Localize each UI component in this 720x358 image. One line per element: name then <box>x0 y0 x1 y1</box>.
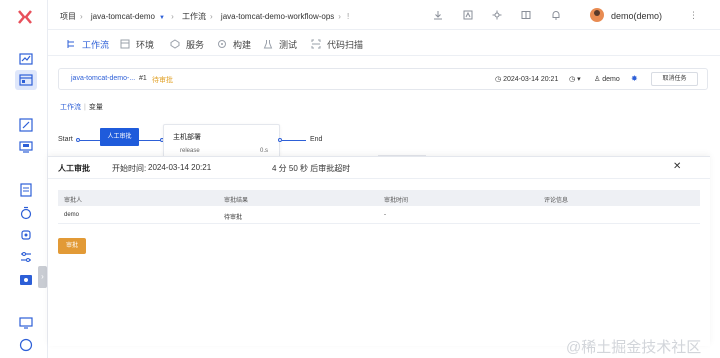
approval-timeout: 4 分 50 秒 后审批超时 <box>272 164 351 173</box>
breadcrumb-item-project-name[interactable]: java-tomcat-demo <box>91 12 155 21</box>
sub-tabs: 工作流 | 变量 <box>60 102 103 112</box>
breadcrumb-separator: › <box>338 12 341 21</box>
run-workflow-name[interactable]: java-tomcat-demo-... <box>71 75 135 82</box>
timer-icon: ◷ <box>569 76 576 83</box>
stage-title: 主机部署 <box>173 134 201 141</box>
more-icon[interactable]: ⋮ <box>689 10 698 21</box>
table-header: 审批人 审批结果 审批时间 评论信息 <box>58 190 700 206</box>
run-time-value: 2024-03-14 20:21 <box>503 76 559 83</box>
workflow-connector <box>282 140 306 141</box>
column-header: 审批人 <box>64 198 83 204</box>
monitor-icon[interactable] <box>19 316 33 330</box>
column-header: 评论信息 <box>544 198 569 204</box>
tab-label: 代码扫描 <box>327 40 364 50</box>
build-icon <box>217 39 227 49</box>
cancel-task-button[interactable]: 取消任务 <box>651 72 698 86</box>
tab-environment[interactable]: 环境 <box>120 38 154 51</box>
table-row: demo 待审批 - <box>58 206 700 224</box>
tab-workflow[interactable]: 工作流 <box>66 38 109 51</box>
service-icon <box>170 39 180 49</box>
top-bar: 项目 › java-tomcat-demo ▼ › 工作流 › java-tomcat… <box>48 0 720 30</box>
chevron-down-icon: ▾ <box>577 76 581 83</box>
drawer-title: 人工审批 <box>58 164 90 173</box>
start-time-label: 开始时间: <box>112 164 147 173</box>
duration-dropdown[interactable]: ◷ ▾ <box>569 75 581 83</box>
plugin-icon[interactable] <box>19 228 33 242</box>
project-icon[interactable] <box>15 70 37 90</box>
tab-label: 工作流 <box>82 40 110 50</box>
clock-icon: ◷ <box>495 76 504 83</box>
logo-icon[interactable] <box>17 9 33 25</box>
approval-drawer: 人工审批 开始时间: 2024-03-14 20:21 4 分 50 秒 后审批… <box>48 156 710 346</box>
chevron-down-icon[interactable]: ▼ <box>159 15 165 21</box>
run-time: ◷ 2024-03-14 20:21 <box>495 75 558 83</box>
tab-service[interactable]: 服务 <box>170 38 204 51</box>
bell-icon[interactable] <box>551 10 561 20</box>
time-cell: - <box>384 212 386 218</box>
tab-test[interactable]: 测试 <box>263 38 297 51</box>
test-icon <box>263 39 273 49</box>
test-icon[interactable] <box>19 206 33 220</box>
breadcrumb-item-project[interactable]: 项目 <box>60 12 76 21</box>
status-spinner-icon: ✸ <box>631 74 638 83</box>
approve-button[interactable]: 审批 <box>58 238 86 254</box>
sub-tab-workflow[interactable]: 工作流 <box>60 104 81 111</box>
plugin-icon[interactable] <box>492 10 502 20</box>
column-header: 审批结果 <box>224 198 249 204</box>
result-cell: 待审批 <box>224 215 243 221</box>
tab-build[interactable]: 构建 <box>217 38 251 51</box>
tab-label: 环境 <box>136 40 155 50</box>
user-icon: ♙ <box>594 76 603 83</box>
breadcrumb-item-workflow[interactable]: 工作流 <box>182 12 206 21</box>
resource-icon[interactable] <box>19 183 33 197</box>
run-user-name: demo <box>602 76 620 83</box>
breadcrumb-more[interactable]: ! <box>347 12 349 21</box>
settings-icon[interactable] <box>19 250 33 264</box>
run-user: ♙ demo <box>594 75 620 83</box>
tab-label: 测试 <box>279 40 298 50</box>
sidebar: › <box>0 0 48 358</box>
user-name[interactable]: demo(demo) <box>611 11 662 21</box>
scan-icon <box>311 39 321 49</box>
workflow-connector <box>80 140 100 141</box>
environment-icon <box>120 39 130 49</box>
help-icon[interactable] <box>19 338 33 352</box>
workflow-end-label: End <box>310 136 323 143</box>
run-card: java-tomcat-demo-... #1 待审批 ◷ 2024-03-14… <box>58 68 708 90</box>
breadcrumb-separator: › <box>210 12 213 21</box>
close-icon[interactable]: ✕ <box>673 161 681 172</box>
start-time-value: 2024-03-14 20:21 <box>148 163 212 172</box>
workflow-icon <box>66 39 76 49</box>
sub-tab-divider: | <box>84 104 86 111</box>
download-icon[interactable] <box>433 10 443 20</box>
tab-bar: 工作流 环境 服务 构建 测试 代码扫描 <box>48 30 720 56</box>
book-icon[interactable] <box>521 10 531 20</box>
run-number: #1 <box>139 75 147 82</box>
stage-job-status: 0.s <box>260 148 269 154</box>
sub-tab-variables[interactable]: 变量 <box>89 104 103 111</box>
approver-cell: demo <box>64 212 80 218</box>
breadcrumb-item-workflow-name[interactable]: java-tomcat-demo-workflow-ops <box>221 12 334 21</box>
divider <box>48 178 710 179</box>
tab-label: 服务 <box>186 40 205 50</box>
dashboard-icon[interactable] <box>19 52 33 66</box>
breadcrumb-separator: › <box>168 12 174 21</box>
release-icon[interactable] <box>19 140 33 154</box>
watermark: @稀土掘金技术社区 <box>566 339 702 356</box>
avatar[interactable] <box>590 8 604 22</box>
breadcrumb: 项目 › java-tomcat-demo ▼ › 工作流 › java-tomcat… <box>60 11 355 22</box>
tab-code-scan[interactable]: 代码扫描 <box>311 38 363 51</box>
workflow-start-label: Start <box>58 136 73 143</box>
tab-label: 构建 <box>233 40 252 50</box>
host-deploy-stage[interactable]: 主机部署 release 0.s <box>163 124 280 158</box>
edit-icon[interactable] <box>19 118 33 132</box>
stage-job-name[interactable]: release <box>180 148 200 154</box>
store-icon[interactable] <box>19 272 33 286</box>
document-icon[interactable] <box>463 10 473 20</box>
approval-node[interactable]: 人工审批 <box>100 128 139 146</box>
sidebar-collapse-toggle[interactable]: › <box>38 266 47 288</box>
breadcrumb-separator: › <box>80 12 83 21</box>
column-header: 审批时间 <box>384 198 409 204</box>
run-status: 待审批 <box>152 77 173 84</box>
